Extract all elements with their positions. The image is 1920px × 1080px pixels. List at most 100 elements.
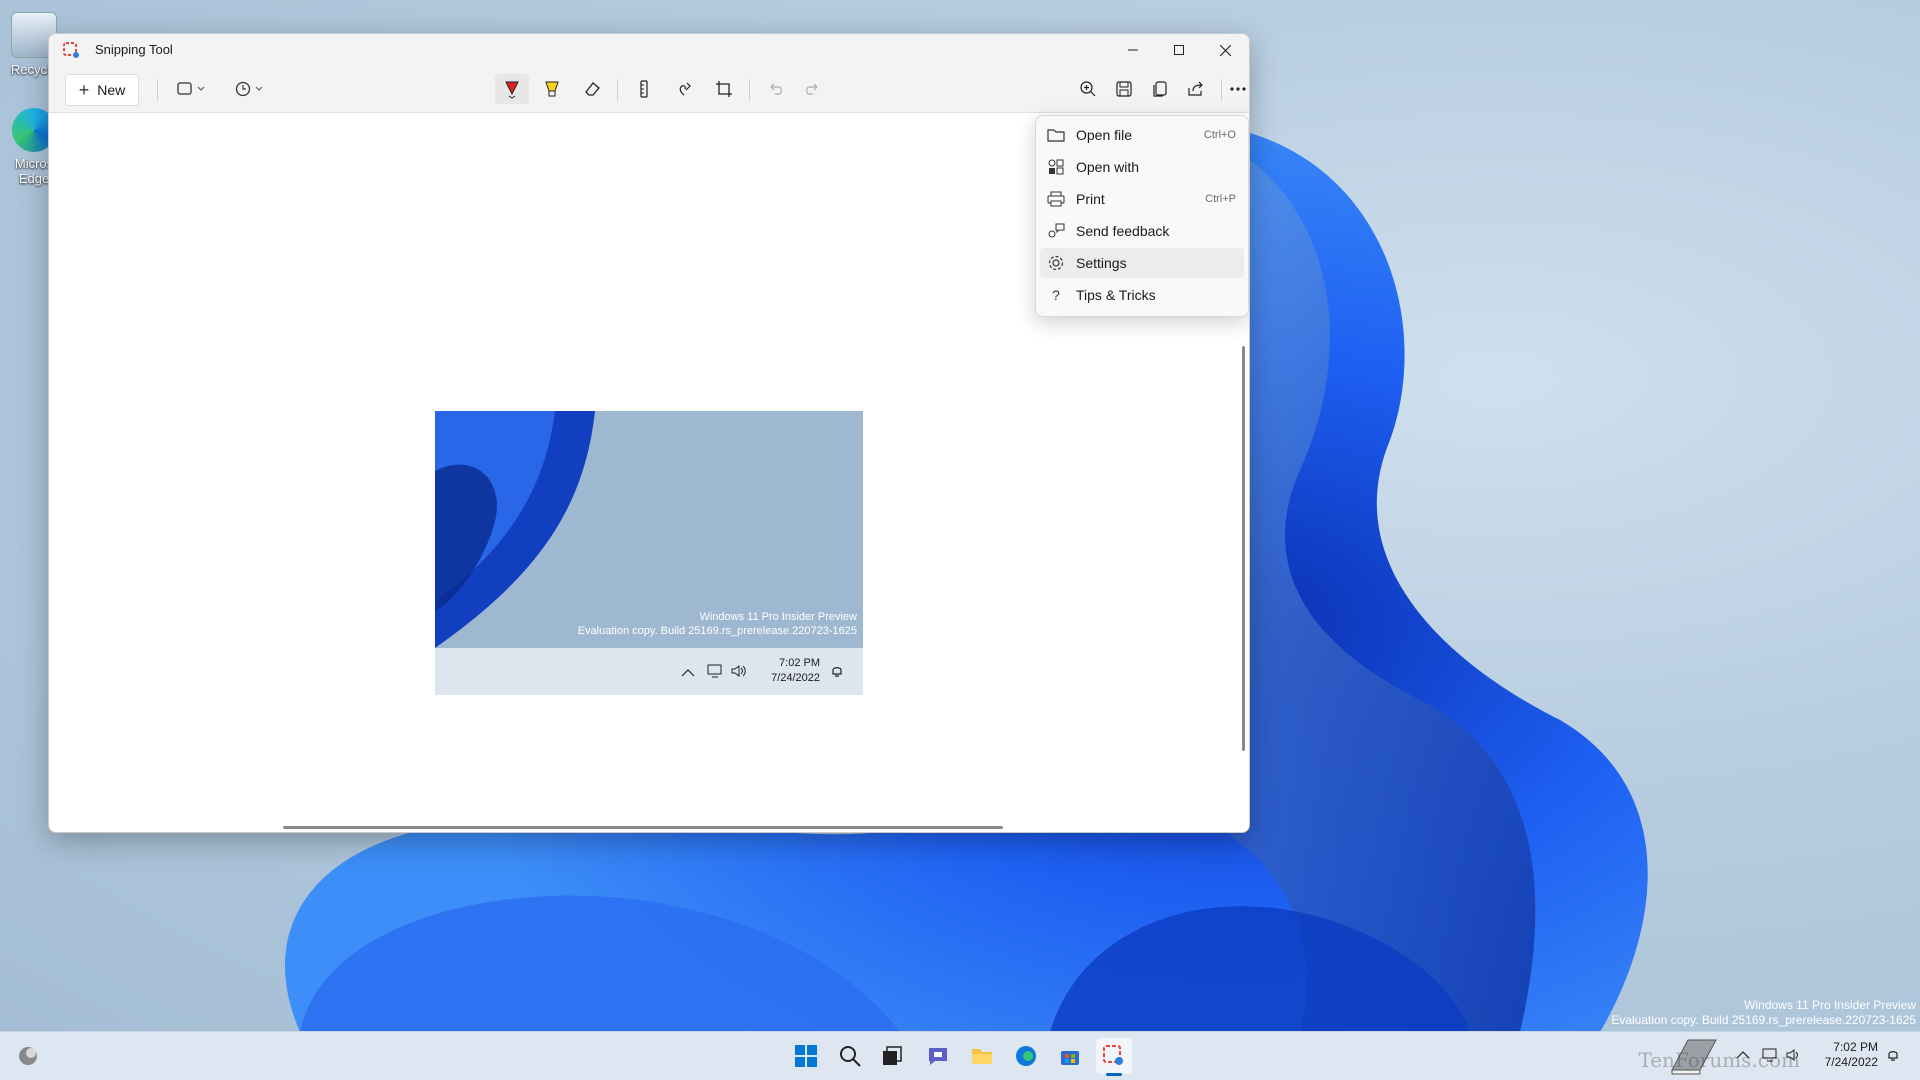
title-bar: Snipping Tool xyxy=(49,34,1249,66)
crop-icon xyxy=(716,81,732,97)
vertical-scrollbar[interactable] xyxy=(1242,346,1245,751)
clock-date: 7/24/2022 xyxy=(1824,1055,1878,1069)
file-explorer-button[interactable] xyxy=(964,1038,1000,1074)
plus-icon: + xyxy=(78,79,90,100)
toolbar-divider xyxy=(157,79,158,101)
search-icon xyxy=(840,1046,861,1067)
desktop-watermark: Windows 11 Pro Insider Preview Evaluatio… xyxy=(1611,998,1916,1028)
windows-logo-icon xyxy=(795,1045,817,1067)
chat-button[interactable] xyxy=(920,1038,956,1074)
preview-date: 7/24/2022 xyxy=(771,672,820,684)
folder-icon xyxy=(1047,129,1065,142)
copy-button[interactable] xyxy=(1143,74,1177,104)
more-button[interactable] xyxy=(1229,74,1247,104)
new-button-label: New xyxy=(97,82,126,98)
more-options-menu: Open file Ctrl+O Open with Print Ctrl+P … xyxy=(1035,115,1249,317)
menu-item-label: Tips & Tricks xyxy=(1076,287,1156,303)
menu-item-label: Open with xyxy=(1076,159,1140,175)
maximize-button[interactable] xyxy=(1156,34,1202,66)
snipping-tool-app-icon xyxy=(63,42,79,58)
preview-volume-icon xyxy=(731,665,746,677)
preview-watermark-line1: Windows 11 Pro Insider Preview xyxy=(699,611,857,623)
undo-icon xyxy=(770,83,782,95)
close-button[interactable] xyxy=(1202,34,1248,66)
network-icon[interactable] xyxy=(1762,1048,1778,1062)
volume-icon[interactable] xyxy=(1786,1048,1802,1062)
menu-item-label: Print xyxy=(1076,191,1105,207)
question-icon: ? xyxy=(1052,287,1060,303)
crop-button[interactable] xyxy=(707,74,741,104)
menu-item-open-with[interactable]: Open with xyxy=(1040,152,1244,182)
menu-item-tips-and-tricks[interactable]: ? Tips & Tricks xyxy=(1040,280,1244,310)
highlighter-icon xyxy=(545,81,559,97)
teams-chat-icon xyxy=(929,1048,947,1065)
snipping-tool-taskbar-button[interactable] xyxy=(1096,1038,1132,1076)
active-indicator xyxy=(1106,1073,1122,1076)
undo-button[interactable] xyxy=(759,74,793,104)
chevron-up-icon[interactable] xyxy=(1736,1050,1750,1060)
preview-watermark-line2: Evaluation copy. Build 25169.rs_prerelea… xyxy=(577,625,857,637)
menu-item-label: Settings xyxy=(1076,255,1127,271)
system-clock[interactable]: 7:02 PM 7/24/2022 xyxy=(1825,1040,1878,1070)
ballpoint-pen-button[interactable] xyxy=(495,74,529,104)
clock-time: 7:02 PM xyxy=(1833,1040,1878,1054)
ruler-button[interactable] xyxy=(627,74,661,104)
task-view-icon xyxy=(883,1046,902,1065)
open-with-icon xyxy=(1048,159,1064,175)
snip-mode-button[interactable] xyxy=(169,74,215,104)
toolbar: + New xyxy=(49,66,1249,113)
new-button[interactable]: + New xyxy=(65,74,139,106)
preview-clock: 7:02 PM 7/24/2022 xyxy=(771,656,820,686)
redo-button[interactable] xyxy=(795,74,829,104)
toolbar-divider xyxy=(749,79,750,101)
notification-bell-icon[interactable] xyxy=(1886,1048,1900,1062)
minimize-button[interactable] xyxy=(1110,34,1156,66)
edge-button[interactable] xyxy=(1008,1038,1044,1074)
menu-item-print[interactable]: Print Ctrl+P xyxy=(1040,184,1244,214)
share-button[interactable] xyxy=(1179,74,1213,104)
highlighter-button[interactable] xyxy=(535,74,569,104)
eraser-button[interactable] xyxy=(575,74,609,104)
save-icon xyxy=(1116,81,1132,97)
task-view-button[interactable] xyxy=(874,1038,910,1074)
store-button[interactable] xyxy=(1052,1038,1088,1074)
feedback-icon xyxy=(1048,223,1065,238)
delay-button[interactable] xyxy=(227,74,273,104)
toolbar-divider xyxy=(1221,79,1222,101)
menu-item-open-file[interactable]: Open file Ctrl+O xyxy=(1040,120,1244,150)
widgets-button[interactable] xyxy=(10,1038,46,1074)
close-icon xyxy=(1219,44,1231,56)
menu-item-send-feedback[interactable]: Send feedback xyxy=(1040,216,1244,246)
save-button[interactable] xyxy=(1107,74,1141,104)
folder-icon xyxy=(972,1049,992,1064)
search-button[interactable] xyxy=(832,1038,868,1074)
menu-item-settings[interactable]: Settings xyxy=(1040,248,1244,278)
touch-writing-button[interactable] xyxy=(667,74,701,104)
store-icon xyxy=(1061,1051,1079,1065)
share-icon xyxy=(1188,81,1203,96)
toolbar-divider xyxy=(617,79,618,101)
screenshot-preview: Windows 11 Pro Insider Preview Evaluatio… xyxy=(435,411,863,695)
menu-item-shortcut: Ctrl+O xyxy=(1203,129,1236,141)
preview-chevron-up-icon xyxy=(681,669,695,677)
menu-item-label: Open file xyxy=(1076,127,1133,143)
redo-icon xyxy=(806,83,818,95)
gear-icon xyxy=(1048,255,1064,271)
ballpoint-pen-icon xyxy=(505,81,519,99)
eraser-icon xyxy=(585,82,600,96)
minimize-icon xyxy=(1128,49,1138,51)
menu-item-shortcut: Ctrl+P xyxy=(1205,193,1236,205)
ruler-icon xyxy=(640,80,648,98)
taskbar: TenForums.com 7:02 PM 7/24/2022 xyxy=(0,1031,1920,1080)
start-button[interactable] xyxy=(788,1038,824,1074)
zoom-button[interactable] xyxy=(1071,74,1105,104)
snip-mode-icon xyxy=(177,82,205,95)
preview-network-icon xyxy=(707,664,722,678)
preview-notification-icon xyxy=(832,667,842,677)
maximize-icon xyxy=(1174,45,1184,55)
window-title: Snipping Tool xyxy=(95,42,173,57)
snipping-tool-icon xyxy=(1103,1045,1123,1065)
copy-icon xyxy=(1153,81,1167,97)
horizontal-scrollbar[interactable] xyxy=(283,826,1003,829)
delay-icon xyxy=(235,81,263,97)
